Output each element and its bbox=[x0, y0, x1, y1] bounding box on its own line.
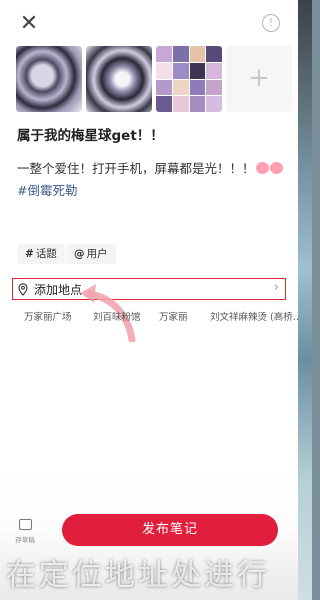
location-suggestion[interactable]: 刘百味粉馆 bbox=[93, 309, 141, 323]
mention-user-chip[interactable]: @ 用户 bbox=[66, 244, 116, 264]
location-suggestion[interactable]: 万家丽广场 bbox=[24, 309, 72, 323]
pig-emoji-icon bbox=[269, 162, 283, 174]
hashtag-icon: # bbox=[25, 248, 34, 260]
topic-chip-label: 话题 bbox=[35, 248, 57, 260]
close-icon[interactable]: ✕ bbox=[18, 13, 40, 35]
note-body-text: 一整个爱住！打开手机，屏幕都是光！！！ bbox=[17, 161, 255, 176]
draft-box-icon bbox=[18, 519, 32, 530]
add-location-label: 添加地点 bbox=[34, 283, 83, 297]
info-icon[interactable]: ! bbox=[262, 14, 280, 32]
location-suggestion[interactable]: 刘文祥麻辣烫 (高桥… bbox=[210, 309, 298, 323]
photo-thumbnail-1[interactable] bbox=[16, 46, 82, 112]
note-body[interactable]: 一整个爱住！打开手机，屏幕都是光！！！ #倒霉死勒 bbox=[17, 158, 289, 202]
at-icon: @ bbox=[74, 248, 85, 260]
location-suggestions: 万家丽广场 刘百味粉馆 万家丽 刘文祥麻辣烫 (高桥… bbox=[0, 309, 298, 327]
video-caption: 在定位地址处进行 bbox=[6, 558, 270, 593]
note-title[interactable]: 属于我的梅星球get！！ bbox=[17, 124, 287, 144]
pig-emoji-icon bbox=[255, 162, 269, 174]
topic-chip[interactable]: # 话题 bbox=[17, 244, 65, 264]
location-suggestion[interactable]: 万家丽 bbox=[159, 309, 188, 323]
chevron-right-icon: › bbox=[273, 280, 279, 295]
add-location-row[interactable]: 添加地点 › bbox=[12, 278, 286, 300]
save-draft-button[interactable]: 存草稿 bbox=[10, 518, 40, 548]
photo-thumbnail-2[interactable] bbox=[86, 46, 152, 112]
save-draft-label: 存草稿 bbox=[15, 536, 35, 544]
mention-user-chip-label: 用户 bbox=[86, 248, 108, 260]
publish-note-button[interactable]: 发布笔记 bbox=[62, 514, 278, 546]
photo-thumbnail-3[interactable] bbox=[156, 46, 222, 112]
background-strip bbox=[298, 0, 312, 600]
note-editor-sheet: ✕ ! + 属于我的梅星球get！！ 一整个爱住！打开手机，屏幕都是光！！！ #倒… bbox=[0, 0, 298, 600]
note-hashtag[interactable]: #倒霉死勒 bbox=[17, 183, 77, 198]
location-pin-icon bbox=[18, 283, 28, 296]
add-photo-button[interactable]: + bbox=[226, 46, 292, 112]
